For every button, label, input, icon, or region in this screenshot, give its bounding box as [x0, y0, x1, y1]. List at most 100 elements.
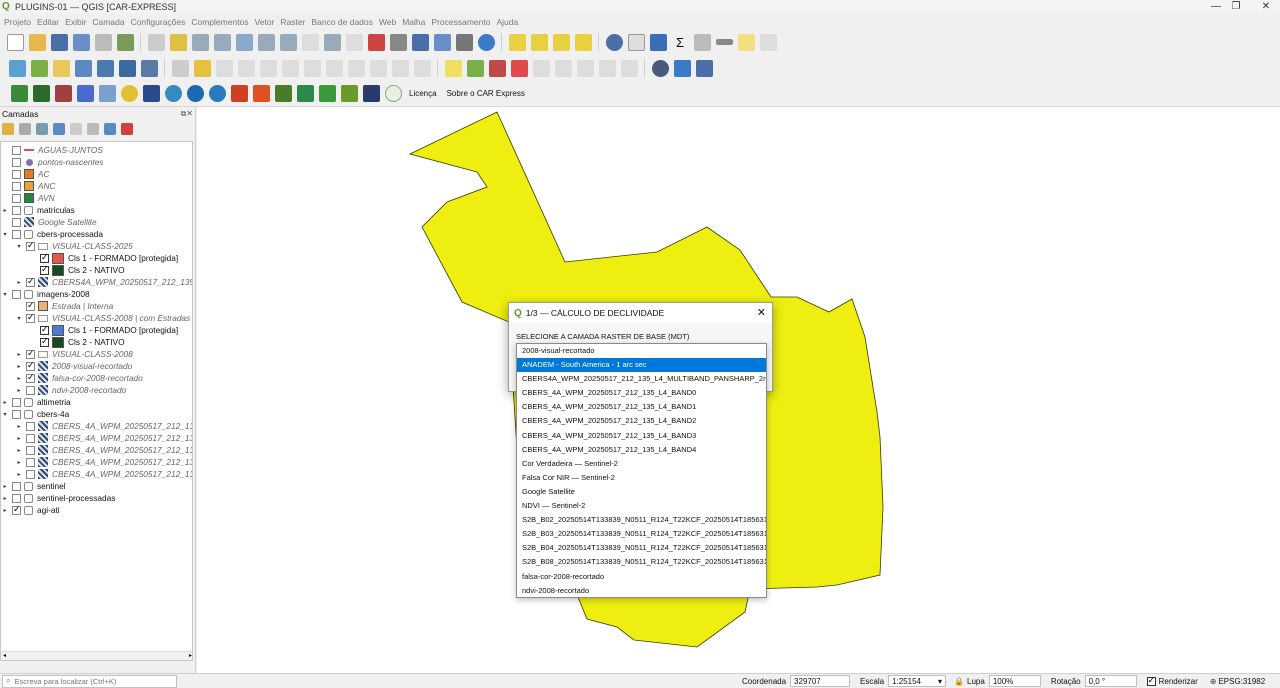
expand-arrow-icon[interactable]: ▸: [15, 435, 23, 442]
label-move-icon[interactable]: [532, 59, 550, 77]
dropdown-option[interactable]: S2B_B08_20250514T133839_N0511_R124_T22KC…: [517, 555, 766, 569]
deselect-icon[interactable]: [552, 33, 570, 51]
dropdown-option[interactable]: S2B_B03_20250514T133839_N0511_R124_T22KC…: [517, 527, 766, 541]
layer-visibility-checkbox[interactable]: [12, 493, 21, 503]
select-features-icon[interactable]: [508, 33, 526, 51]
expand-arrow-icon[interactable]: ▸: [1, 495, 9, 502]
label-abc-red-icon[interactable]: [510, 59, 528, 77]
layer-visibility-checkbox[interactable]: [26, 469, 35, 479]
horizontal-scrollbar[interactable]: ◂ ▸: [1, 651, 192, 660]
redo-icon[interactable]: [413, 59, 431, 77]
collapse-arrow-icon[interactable]: ▾: [15, 243, 23, 250]
plugin-link-icon[interactable]: [208, 85, 226, 102]
plugin-search-icon[interactable]: [186, 85, 204, 102]
add-wms-icon[interactable]: [140, 59, 158, 77]
pan-hand-icon[interactable]: [147, 33, 165, 51]
label-rotate-icon[interactable]: [554, 59, 572, 77]
scroll-right-icon[interactable]: ▸: [189, 652, 192, 659]
label-abc-icon[interactable]: [444, 59, 462, 77]
layer-tree-row[interactable]: AVN: [1, 192, 192, 204]
data-source-manager-icon[interactable]: [8, 59, 26, 77]
layer-tree-row[interactable]: ▸ agi-ati: [1, 504, 192, 516]
layer-tree-row[interactable]: ▸ CBERS4A_WPM_20250517_212_135_L: [1, 276, 192, 288]
layer-tree-row[interactable]: ▸ sentinel-processadas: [1, 492, 192, 504]
scale-combo[interactable]: 1:25154 ▾: [888, 675, 947, 687]
plugin-fire-icon[interactable]: [230, 85, 248, 102]
plugin-water-icon[interactable]: [296, 85, 314, 102]
zoom-next-icon[interactable]: [345, 33, 363, 51]
plugin-gear-icon[interactable]: [76, 85, 94, 102]
layer-visibility-checkbox[interactable]: [26, 385, 35, 395]
zoom-full-icon[interactable]: [235, 33, 253, 51]
statistics-sigma-icon[interactable]: Σ: [671, 33, 689, 51]
layer-visibility-checkbox[interactable]: [26, 433, 35, 443]
collapse-arrow-icon[interactable]: ▾: [1, 411, 9, 418]
sobre-car-express-button[interactable]: Sobre o CAR Express: [447, 89, 525, 98]
layer-tree-row[interactable]: Estrada | Interna: [1, 300, 192, 312]
style-manager-icon[interactable]: [116, 33, 134, 51]
refresh-icon[interactable]: [477, 33, 495, 51]
menu-exibir[interactable]: Exibir: [65, 17, 86, 27]
annotation-icon[interactable]: [759, 33, 777, 51]
layer-visibility-checkbox[interactable]: [12, 229, 21, 239]
scroll-left-icon[interactable]: ◂: [3, 652, 6, 659]
layer-visibility-checkbox[interactable]: [26, 348, 35, 359]
layer-visibility-checkbox[interactable]: [12, 397, 21, 407]
layer-visibility-checkbox[interactable]: [12, 217, 21, 227]
plugin-leaf-icon[interactable]: [32, 85, 50, 102]
print-layout-icon[interactable]: [94, 33, 112, 51]
layer-visibility-checkbox[interactable]: [40, 264, 49, 275]
temporal-controller-icon[interactable]: [455, 33, 473, 51]
dropdown-option[interactable]: CBERS_4A_WPM_20250517_212_135_L4_BAND1: [517, 400, 766, 414]
save-as-icon[interactable]: [72, 33, 90, 51]
plugin-globe-icon[interactable]: [651, 59, 669, 77]
plugin-network-icon[interactable]: [98, 85, 116, 102]
layer-visibility-checkbox[interactable]: [12, 289, 21, 299]
menu-complementos[interactable]: Complementos: [191, 17, 248, 27]
menu-web[interactable]: Web: [379, 17, 396, 27]
layer-tree-row[interactable]: ▾ VISUAL-CLASS-2025: [1, 240, 192, 252]
open-project-icon[interactable]: [28, 33, 46, 51]
layer-styling-icon[interactable]: [2, 123, 14, 135]
layer-tree-row[interactable]: ▸ VISUAL-CLASS-2008: [1, 348, 192, 360]
layer-visibility-checkbox[interactable]: [26, 360, 35, 371]
delete-selected-icon[interactable]: [303, 59, 321, 77]
dropdown-option[interactable]: CBERS4A_WPM_20250517_212_135_L4_MULTIBAN…: [517, 372, 766, 386]
expand-arrow-icon[interactable]: ▸: [15, 375, 23, 382]
layer-tree-row[interactable]: ▾ cbers-4a: [1, 408, 192, 420]
expand-arrow-icon[interactable]: ▸: [15, 471, 23, 478]
layer-visibility-checkbox[interactable]: [26, 421, 35, 431]
plugin-tree-icon[interactable]: [318, 85, 336, 102]
plugin-ana-icon[interactable]: [142, 85, 160, 102]
expand-arrow-icon[interactable]: ▸: [1, 483, 9, 490]
menu-editar[interactable]: Editar: [37, 17, 59, 27]
attribute-table-icon[interactable]: [627, 33, 645, 51]
layer-visibility-checkbox[interactable]: [12, 157, 21, 167]
layer-visibility-checkbox[interactable]: [12, 504, 21, 515]
menu-processamento[interactable]: Processamento: [431, 17, 490, 27]
map-tips-icon[interactable]: [737, 33, 755, 51]
layer-tree-row[interactable]: Cls 1 - FORMADO [protegida]: [1, 324, 192, 336]
menu-ajuda[interactable]: Ajuda: [496, 17, 518, 27]
menu-configuracoes[interactable]: Configurações: [131, 17, 186, 27]
python-console-icon[interactable]: [673, 59, 691, 77]
dropdown-option[interactable]: S2B_B02_20250514T133839_N0511_R124_T22KC…: [517, 513, 766, 527]
layer-tree-row[interactable]: AC: [1, 168, 192, 180]
layer-tree-row[interactable]: ▸ altimetria: [1, 396, 192, 408]
dropdown-option[interactable]: CBERS_4A_WPM_20250517_212_135_L4_BAND3: [517, 429, 766, 443]
dropdown-option[interactable]: NDVI — Sentinel-2: [517, 499, 766, 513]
expand-arrow-icon[interactable]: ▸: [15, 447, 23, 454]
vertex-tool-icon[interactable]: [259, 59, 277, 77]
layer-visibility-checkbox[interactable]: [26, 240, 35, 251]
layer-tree-row[interactable]: ▸ sentinel: [1, 480, 192, 492]
digitize-icon[interactable]: [237, 59, 255, 77]
menu-projeto[interactable]: Projeto: [4, 17, 31, 27]
processing-toolbox-icon[interactable]: [649, 33, 667, 51]
menu-malha[interactable]: Malha: [402, 17, 425, 27]
close-window-button[interactable]: ✕: [1246, 0, 1280, 14]
layer-tree-row[interactable]: Cls 2 - NATIVO: [1, 336, 192, 348]
rotation-field[interactable]: 0,0 °: [1084, 675, 1137, 687]
layer-tree-row[interactable]: ▸ CBERS_4A_WPM_20250517_212_135_: [1, 420, 192, 432]
filter-legend-icon[interactable]: [53, 123, 65, 135]
layer-tree-row[interactable]: Cls 1 - FORMADO [protegida]: [1, 252, 192, 264]
